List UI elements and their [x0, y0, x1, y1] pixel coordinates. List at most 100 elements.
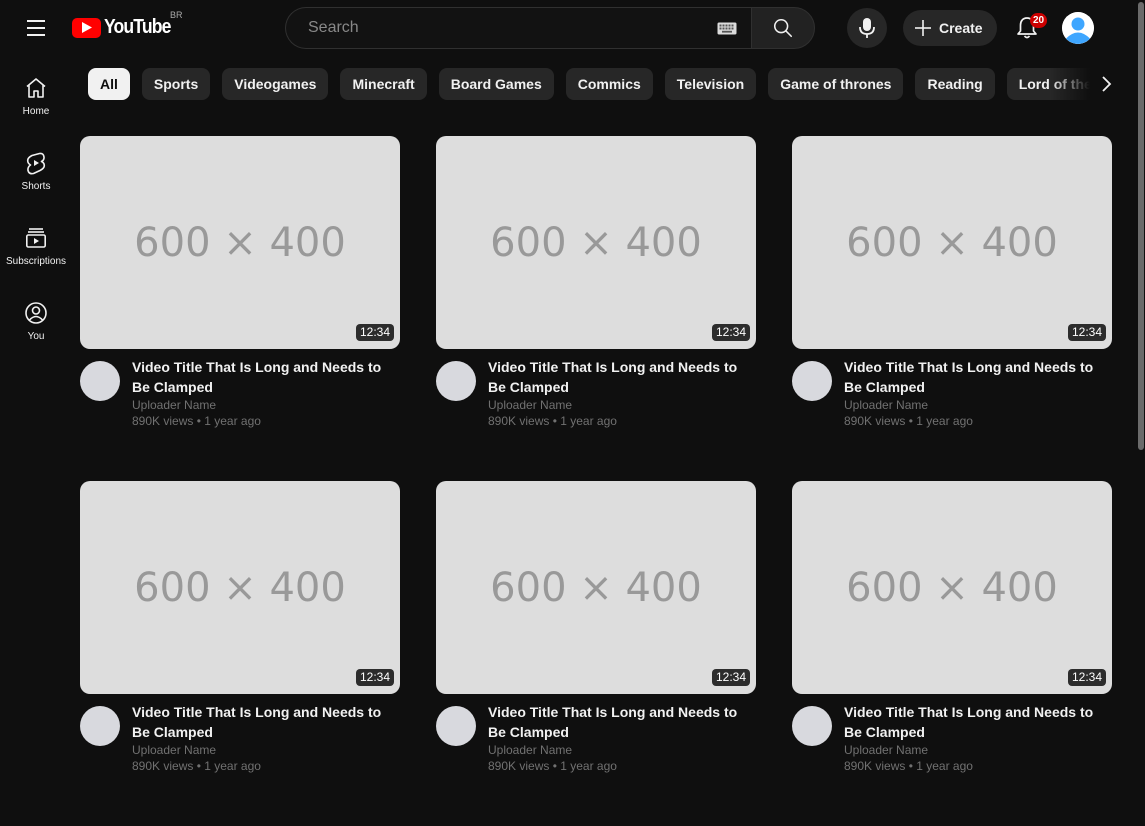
- video-stats: 890K views • 1 year ago: [132, 414, 261, 428]
- thumbnail-placeholder-text: 600 × 400: [134, 219, 346, 266]
- video-title[interactable]: Video Title That Is Long and Needs to Be…: [844, 357, 1112, 397]
- search-bar: [285, 7, 815, 49]
- chip-all[interactable]: All: [88, 68, 130, 100]
- video-details: Video Title That Is Long and Needs to Be…: [80, 357, 400, 429]
- thumbnail-placeholder-text: 600 × 400: [846, 564, 1058, 611]
- video-stats: 890K views • 1 year ago: [488, 414, 617, 428]
- video-details: Video Title That Is Long and Needs to Be…: [436, 357, 756, 429]
- video-stats: 890K views • 1 year ago: [844, 759, 973, 773]
- chip-reading[interactable]: Reading: [915, 68, 995, 100]
- menu-icon[interactable]: [20, 12, 52, 44]
- plus-icon: [915, 20, 931, 36]
- chip-sports[interactable]: Sports: [141, 68, 211, 100]
- chip-scroll-right-button[interactable]: [1090, 68, 1122, 100]
- video-card[interactable]: 600 × 400 12:34 Video Title That Is Long…: [792, 136, 1112, 481]
- chevron-right-icon: [1102, 76, 1112, 92]
- search-icon: [773, 18, 793, 38]
- thumbnail-placeholder-text: 600 × 400: [846, 219, 1058, 266]
- notification-badge: 20: [1030, 13, 1048, 28]
- video-card[interactable]: 600 × 400 12:34 Video Title That Is Long…: [436, 136, 756, 481]
- chip-minecraft[interactable]: Minecraft: [340, 68, 427, 100]
- chip-television[interactable]: Television: [664, 68, 757, 100]
- duration-badge: 12:34: [1067, 669, 1106, 686]
- video-card[interactable]: 600 × 400 12:34 Video Title That Is Long…: [436, 481, 756, 826]
- video-title[interactable]: Video Title That Is Long and Needs to Be…: [488, 357, 756, 397]
- sidebar-item-label: Shorts: [21, 181, 51, 192]
- video-meta: Video Title That Is Long and Needs to Be…: [488, 357, 756, 429]
- video-title[interactable]: Video Title That Is Long and Needs to Be…: [132, 357, 400, 397]
- scrollbar-thumb[interactable]: [1138, 2, 1144, 450]
- duration-badge: 12:34: [355, 324, 394, 341]
- chip-game-of-thrones[interactable]: Game of thrones: [768, 68, 904, 100]
- channel-avatar[interactable]: [80, 706, 120, 746]
- uploader-name[interactable]: Uploader Name: [488, 397, 756, 413]
- duration-badge: 12:34: [355, 669, 394, 686]
- video-thumbnail[interactable]: 600 × 400 12:34: [436, 481, 756, 694]
- channel-avatar[interactable]: [80, 361, 120, 401]
- subscriptions-icon: [25, 228, 46, 248]
- duration-badge: 12:34: [711, 324, 750, 341]
- user-avatar-icon: [1062, 12, 1094, 44]
- channel-avatar[interactable]: [792, 361, 832, 401]
- video-thumbnail[interactable]: 600 × 400 12:34: [792, 136, 1112, 349]
- video-stats: 890K views • 1 year ago: [488, 759, 617, 773]
- video-card[interactable]: 600 × 400 12:34 Video Title That Is Long…: [792, 481, 1112, 826]
- uploader-name[interactable]: Uploader Name: [844, 742, 1112, 758]
- notifications-button[interactable]: 20: [1007, 8, 1048, 48]
- sidebar-item-subscriptions[interactable]: Subscriptions: [0, 218, 72, 278]
- keyboard-icon[interactable]: [717, 21, 737, 35]
- video-thumbnail[interactable]: 600 × 400 12:34: [80, 481, 400, 694]
- video-title[interactable]: Video Title That Is Long and Needs to Be…: [488, 702, 756, 742]
- account-avatar[interactable]: [1062, 12, 1094, 44]
- sidebar-item-you[interactable]: You: [0, 293, 72, 353]
- sidebar-item-home[interactable]: Home: [0, 68, 72, 128]
- shorts-icon: [26, 152, 46, 175]
- video-card[interactable]: 600 × 400 12:34 Video Title That Is Long…: [80, 481, 400, 826]
- video-thumbnail[interactable]: 600 × 400 12:34: [80, 136, 400, 349]
- video-details: Video Title That Is Long and Needs to Be…: [80, 702, 400, 774]
- sidebar-item-label: Home: [22, 106, 50, 117]
- video-card[interactable]: 600 × 400 12:34 Video Title That Is Long…: [80, 136, 400, 481]
- video-details: Video Title That Is Long and Needs to Be…: [436, 702, 756, 774]
- chip-bar: All Sports Videogames Minecraft Board Games C…: [88, 68, 1090, 100]
- channel-avatar[interactable]: [436, 361, 476, 401]
- video-meta: Video Title That Is Long and Needs to Be…: [844, 702, 1112, 774]
- voice-search-button[interactable]: [847, 8, 887, 48]
- video-meta: Video Title That Is Long and Needs to Be…: [132, 702, 400, 774]
- menu-bar: [27, 27, 45, 29]
- sidebar-item-label: You: [27, 331, 45, 342]
- sidebar-item-shorts[interactable]: Shorts: [0, 143, 72, 203]
- masthead: YouTube BR Search Create 20: [0, 0, 1145, 56]
- uploader-name[interactable]: Uploader Name: [132, 742, 400, 758]
- uploader-name[interactable]: Uploader Name: [844, 397, 1112, 413]
- chip-videogames[interactable]: Videogames: [222, 68, 329, 100]
- mini-guide: Home Shorts Subscriptions You: [0, 56, 72, 721]
- video-title[interactable]: Video Title That Is Long and Needs to Be…: [844, 702, 1112, 742]
- search-button[interactable]: [751, 7, 815, 49]
- menu-bar: [27, 20, 45, 22]
- chip-lord-of-the-rings[interactable]: Lord of the rings: [1006, 68, 1090, 100]
- microphone-icon: [859, 18, 875, 38]
- search-box: [285, 7, 751, 49]
- video-meta: Video Title That Is Long and Needs to Be…: [844, 357, 1112, 429]
- duration-badge: 12:34: [711, 669, 750, 686]
- search-input[interactable]: [306, 18, 717, 38]
- video-thumbnail[interactable]: 600 × 400 12:34: [436, 136, 756, 349]
- youtube-logo[interactable]: YouTube BR: [72, 10, 183, 39]
- duration-badge: 12:34: [1067, 324, 1106, 341]
- video-title[interactable]: Video Title That Is Long and Needs to Be…: [132, 702, 400, 742]
- chip-commics[interactable]: Commics: [565, 68, 653, 100]
- video-thumbnail[interactable]: 600 × 400 12:34: [792, 481, 1112, 694]
- menu-bar: [27, 34, 45, 36]
- uploader-name[interactable]: Uploader Name: [132, 397, 400, 413]
- video-stats: 890K views • 1 year ago: [132, 759, 261, 773]
- sidebar-item-label: Subscriptions: [5, 256, 67, 267]
- video-details: Video Title That Is Long and Needs to Be…: [792, 357, 1112, 429]
- channel-avatar[interactable]: [792, 706, 832, 746]
- video-meta: Video Title That Is Long and Needs to Be…: [488, 702, 756, 774]
- channel-avatar[interactable]: [436, 706, 476, 746]
- chip-board-games[interactable]: Board Games: [438, 68, 554, 100]
- create-button[interactable]: Create: [903, 10, 997, 46]
- page-scrollbar[interactable]: [1137, 0, 1145, 721]
- uploader-name[interactable]: Uploader Name: [488, 742, 756, 758]
